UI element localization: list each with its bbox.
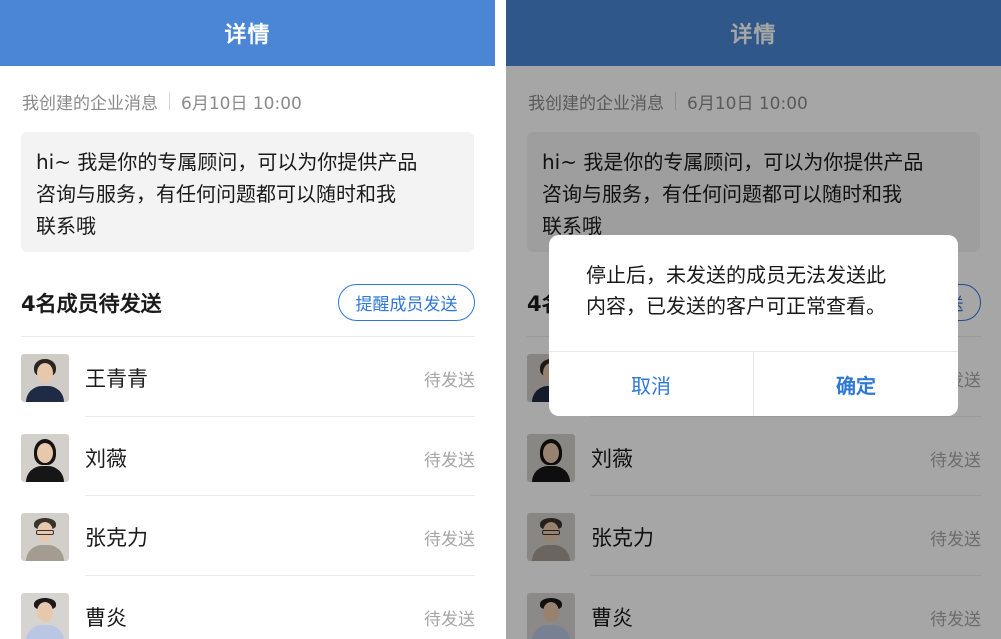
member-name: 王青青: [85, 367, 148, 391]
dialog-line: 停止后，未发送的成员无法发送此: [586, 263, 886, 287]
member-row[interactable]: 张克力 待发送: [21, 496, 475, 576]
member-status: 待发送: [424, 530, 475, 550]
member-status: 待发送: [424, 371, 475, 391]
member-row[interactable]: 王青青 待发送: [21, 337, 475, 417]
message-content: hi~ 我是你的专属顾问，可以为你提供产品 咨询与服务，有任何问题都可以随时和我…: [21, 132, 474, 252]
member-name: 曹炎: [85, 605, 127, 630]
pending-count-title: 4名成员待发送: [21, 292, 162, 316]
avatar: [21, 592, 69, 639]
detail-screen: 详情 我创建的企业消息 6月10日 10:00 hi~ 我是你的专属顾问，可以为…: [0, 0, 495, 639]
message-line: 联系哦: [36, 214, 96, 238]
message-line: hi~ 我是你的专属顾问，可以为你提供产品: [36, 150, 418, 174]
message-meta: 我创建的企业消息 6月10日 10:00: [22, 89, 302, 114]
remind-members-button[interactable]: 提醒成员发送: [338, 284, 475, 321]
dialog-line: 内容，已发送的客户可正常查看。: [586, 294, 886, 318]
confirm-button[interactable]: 确定: [754, 352, 958, 416]
member-name: 刘薇: [85, 446, 127, 471]
dialog-message: 停止后，未发送的成员无法发送此 内容，已发送的客户可正常查看。: [586, 260, 926, 322]
avatar: [21, 433, 69, 482]
member-list: 王青青 待发送 刘薇 待发送 张克力 待发送: [21, 336, 475, 639]
member-status: 待发送: [424, 609, 475, 630]
avatar: [21, 354, 69, 402]
avatar: [21, 513, 69, 561]
meta-divider: [169, 92, 170, 110]
screen-gap: [495, 0, 506, 639]
nav-header: 详情: [0, 0, 495, 66]
cancel-button[interactable]: 取消: [549, 352, 753, 416]
member-row[interactable]: 曹炎 待发送: [21, 576, 475, 639]
member-status: 待发送: [424, 450, 475, 471]
message-line: 咨询与服务，有任何问题都可以随时和我: [36, 182, 396, 206]
detail-screen-with-dialog: 详情 我创建的企业消息 6月10日 10:00 hi~ 我是你的专属顾问，可以为…: [506, 0, 1001, 639]
member-row[interactable]: 刘薇 待发送: [21, 417, 475, 496]
member-name: 张克力: [85, 526, 148, 550]
message-datetime: 6月10日 10:00: [181, 93, 302, 114]
message-source: 我创建的企业消息: [22, 93, 158, 114]
page-title: 详情: [224, 23, 271, 48]
stop-confirm-dialog: 停止后，未发送的成员无法发送此 内容，已发送的客户可正常查看。 取消 确定: [549, 235, 958, 416]
